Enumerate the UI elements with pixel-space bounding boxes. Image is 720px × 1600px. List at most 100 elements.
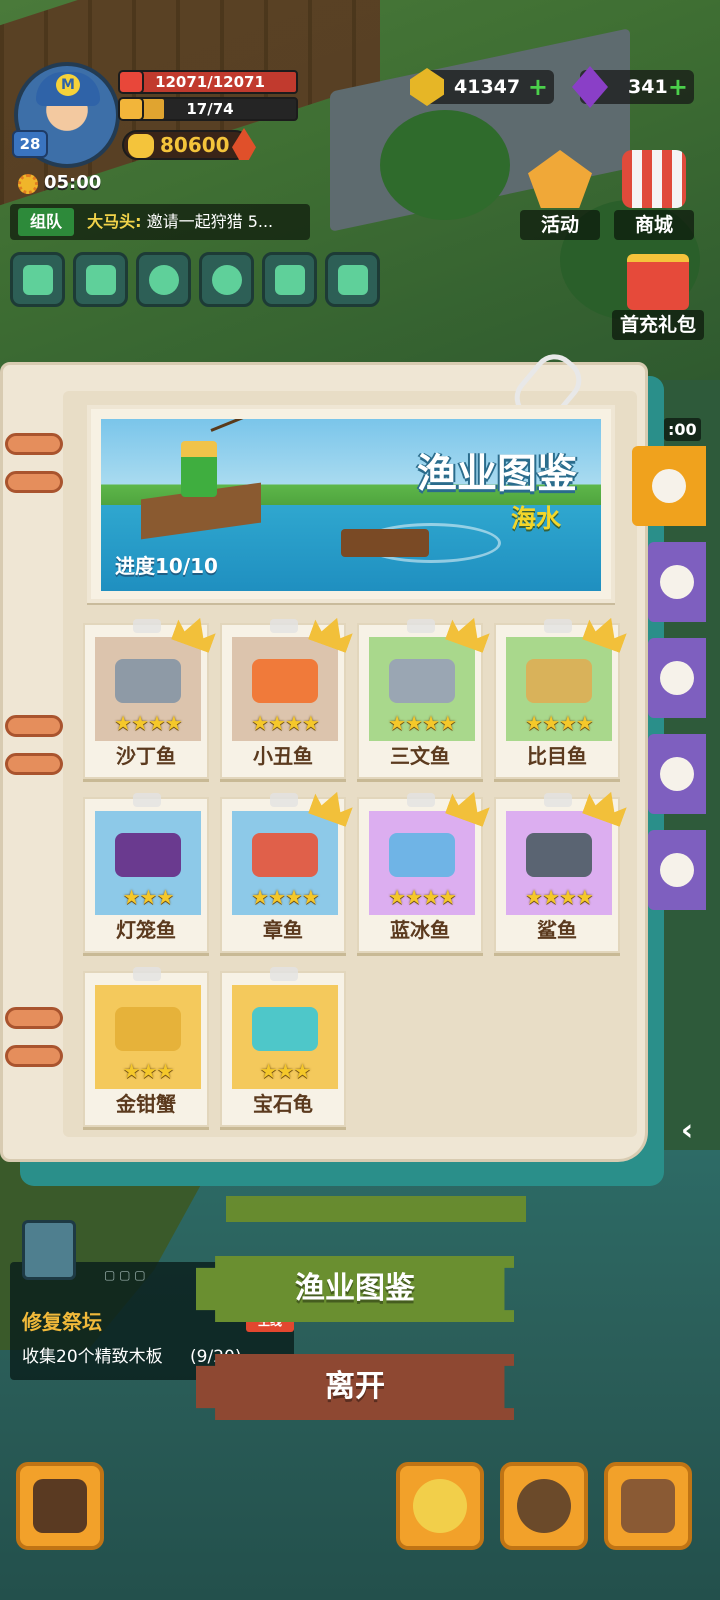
chat-bubble-icon: [211, 264, 242, 295]
fist-icon: [128, 134, 154, 158]
chat-ticker[interactable]: 组队 大马头: 邀请一起狩猎 5...: [10, 204, 310, 240]
rarity-stars: ★★★★: [251, 711, 320, 735]
chat-channel-tag: 组队: [18, 208, 75, 236]
combat-power-value: 80600: [160, 133, 230, 157]
codex-tab-fish[interactable]: [632, 446, 706, 526]
fish-name: 灯笼鱼: [116, 918, 176, 942]
fish-portrait-frame: ★★★★: [232, 811, 338, 915]
binder-ring: [5, 471, 63, 493]
pets-button[interactable]: [500, 1462, 588, 1550]
headset-icon: [148, 264, 179, 295]
health-text: 12071/12071: [155, 73, 265, 91]
binder-ring: [5, 433, 63, 455]
day-timer-value: 05:00: [44, 172, 102, 193]
events-button[interactable]: 活动: [520, 150, 600, 240]
player-level-badge: 28: [12, 130, 48, 158]
fish-portrait-frame: ★★★★: [232, 637, 338, 741]
shuffle-icon: [22, 264, 53, 295]
quest-scroll-icon: [22, 1220, 76, 1280]
lightning-icon: [118, 97, 144, 121]
mail-icon: [85, 264, 116, 295]
fish-card[interactable]: ★★★★ 三文鱼: [357, 623, 483, 779]
codex-subtitle: 海水: [510, 504, 561, 533]
coin-counter: 41347 +: [410, 68, 554, 106]
rarity-stars: ★★★★: [388, 885, 457, 909]
fish-name: 沙丁鱼: [116, 744, 176, 768]
fish-card[interactable]: ★★★★ 沙丁鱼: [83, 623, 209, 779]
voice-button[interactable]: [136, 252, 191, 307]
quick-action-row: [10, 252, 380, 307]
add-coins-button[interactable]: +: [528, 70, 548, 104]
experience-text: 17/74: [186, 100, 234, 118]
fish-card[interactable]: ★★★★ 比目鱼: [494, 623, 620, 779]
map-button[interactable]: [262, 252, 317, 307]
binder-ring: [5, 1045, 63, 1067]
fish-sprite-icon: [252, 1007, 318, 1051]
event-countdown: :00: [664, 418, 701, 441]
binder-ring: [5, 1007, 63, 1029]
rarity-stars: ★★★★: [388, 711, 457, 735]
mall-label: 商城: [614, 210, 694, 240]
collapse-arrow-icon[interactable]: ‹: [668, 1112, 706, 1150]
tape-seal: [544, 619, 572, 633]
fish-name: 小丑鱼: [253, 744, 313, 768]
fish-sprite-icon: [115, 1007, 181, 1051]
hammer-icon: [33, 1479, 87, 1533]
fish-icon: [652, 469, 686, 503]
heart-icon: [118, 70, 144, 94]
fishing-rod: [210, 419, 314, 432]
day-timer: 05:00: [18, 172, 102, 194]
leave-button[interactable]: 离开: [196, 1354, 514, 1420]
chat-button[interactable]: [199, 252, 254, 307]
sun-icon: [18, 174, 38, 194]
backpack-button[interactable]: [604, 1462, 692, 1550]
codex-tab-octopus[interactable]: [648, 734, 706, 814]
codex-tab-shell[interactable]: [648, 638, 706, 718]
fish-card[interactable]: ★★★★ 鲨鱼: [494, 797, 620, 953]
character-button[interactable]: [396, 1462, 484, 1550]
codex-title: 渔业图鉴: [417, 451, 577, 497]
fish-name: 金钳蟹: [116, 1092, 176, 1116]
crafting-button[interactable]: [16, 1462, 104, 1550]
rarity-stars: ★★★★: [525, 711, 594, 735]
codex-tab-conch[interactable]: [648, 542, 706, 622]
codex-progress: 进度10/10: [115, 554, 218, 578]
fish-sprite-icon: [115, 659, 181, 703]
starfish-icon: [660, 853, 694, 887]
codex-tab-starfish[interactable]: [648, 830, 706, 910]
first-recharge-gift-button[interactable]: 首充礼包: [612, 254, 704, 340]
fish-card[interactable]: ★★★ 宝石龟: [220, 967, 346, 1127]
backpack-icon: [621, 1479, 675, 1533]
conch-icon: [660, 565, 694, 599]
fish-portrait-frame: ★★★★: [506, 637, 612, 741]
mall-button[interactable]: 商城: [614, 150, 694, 240]
tape-seal: [270, 619, 298, 633]
fish-name: 蓝冰鱼: [390, 918, 450, 942]
fish-sprite-icon: [526, 833, 592, 877]
fish-sprite-icon: [252, 833, 318, 877]
shuffle-button[interactable]: [10, 252, 65, 307]
map-icon: [274, 264, 305, 295]
fisher-character: [181, 441, 217, 497]
mail-button[interactable]: [73, 252, 128, 307]
book-page: 渔业图鉴 海水 进度10/10 ★★★★ 沙丁鱼 ★★★★ 小丑鱼 ★★★★ 三文鱼 ★★★…: [0, 345, 648, 1162]
add-gems-button[interactable]: +: [668, 70, 688, 104]
fish-card[interactable]: ★★★ 灯笼鱼: [83, 793, 209, 953]
fish-name: 鲨鱼: [537, 918, 577, 942]
fish-card[interactable]: ★★★★ 蓝冰鱼: [357, 797, 483, 953]
fish-name: 三文鱼: [390, 744, 450, 768]
tape-seal: [133, 793, 161, 807]
fish-portrait-frame: ★★★★: [369, 811, 475, 915]
character-icon: [413, 1479, 467, 1533]
fish-name: 宝石龟: [253, 1092, 313, 1116]
gift-box-icon: [627, 254, 689, 310]
fish-portrait-frame: ★★★: [95, 985, 201, 1089]
fish-sprite-icon: [389, 659, 455, 703]
profile-card-button[interactable]: [325, 252, 380, 307]
fish-sprite-icon: [252, 659, 318, 703]
fish-sprite-icon: [115, 833, 181, 877]
fish-card[interactable]: ★★★★ 小丑鱼: [220, 623, 346, 779]
fish-card[interactable]: ★★★★ 章鱼: [220, 797, 346, 953]
fish-card[interactable]: ★★★ 金钳蟹: [83, 967, 209, 1127]
fishing-codex-button[interactable]: 渔业图鉴: [196, 1256, 514, 1322]
